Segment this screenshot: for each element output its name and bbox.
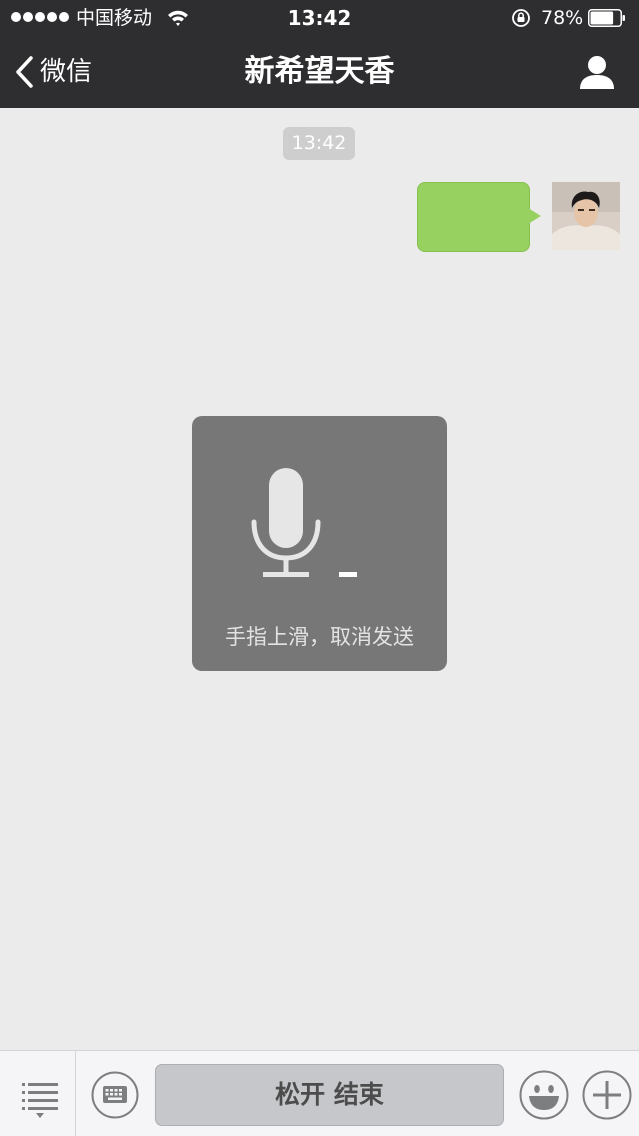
header: 中国移动 13:42 78% 微信 新希望天香: [0, 0, 639, 108]
input-toolbar: 松开 结束: [0, 1050, 639, 1136]
message-timestamp: 13:42: [283, 127, 355, 160]
battery-icon: [588, 9, 625, 27]
hold-to-talk-button[interactable]: 松开 结束: [155, 1064, 504, 1126]
recording-hint: 手指上滑，取消发送: [225, 625, 414, 649]
plus-icon[interactable]: [582, 1070, 632, 1120]
microphone-icon: [251, 468, 321, 577]
volume-level-bar: [339, 572, 357, 577]
list-menu-icon: [22, 1083, 58, 1118]
status-bar: 中国移动 13:42 78%: [0, 0, 639, 36]
avatar[interactable]: [552, 182, 620, 250]
keyboard-icon[interactable]: [91, 1071, 139, 1119]
rotation-lock-icon: [512, 9, 530, 27]
smiley-icon[interactable]: [519, 1070, 569, 1120]
chat-screen: 中国移动 13:42 78% 微信 新希望天香 13:42 手指上滑，取消发送 …: [0, 0, 639, 1136]
chat-area[interactable]: 13:42 手指上滑，取消发送: [0, 108, 639, 1050]
chat-title: 新希望天香: [244, 54, 395, 89]
menu-button[interactable]: [0, 1051, 76, 1136]
recording-overlay: 手指上滑，取消发送: [192, 416, 447, 671]
voice-message-bubble[interactable]: [417, 182, 530, 252]
person-icon[interactable]: [578, 54, 616, 90]
nav-bar: 微信 新希望天香: [0, 36, 639, 108]
battery-percent: 78%: [541, 7, 584, 29]
bubble-tail: [528, 208, 541, 224]
